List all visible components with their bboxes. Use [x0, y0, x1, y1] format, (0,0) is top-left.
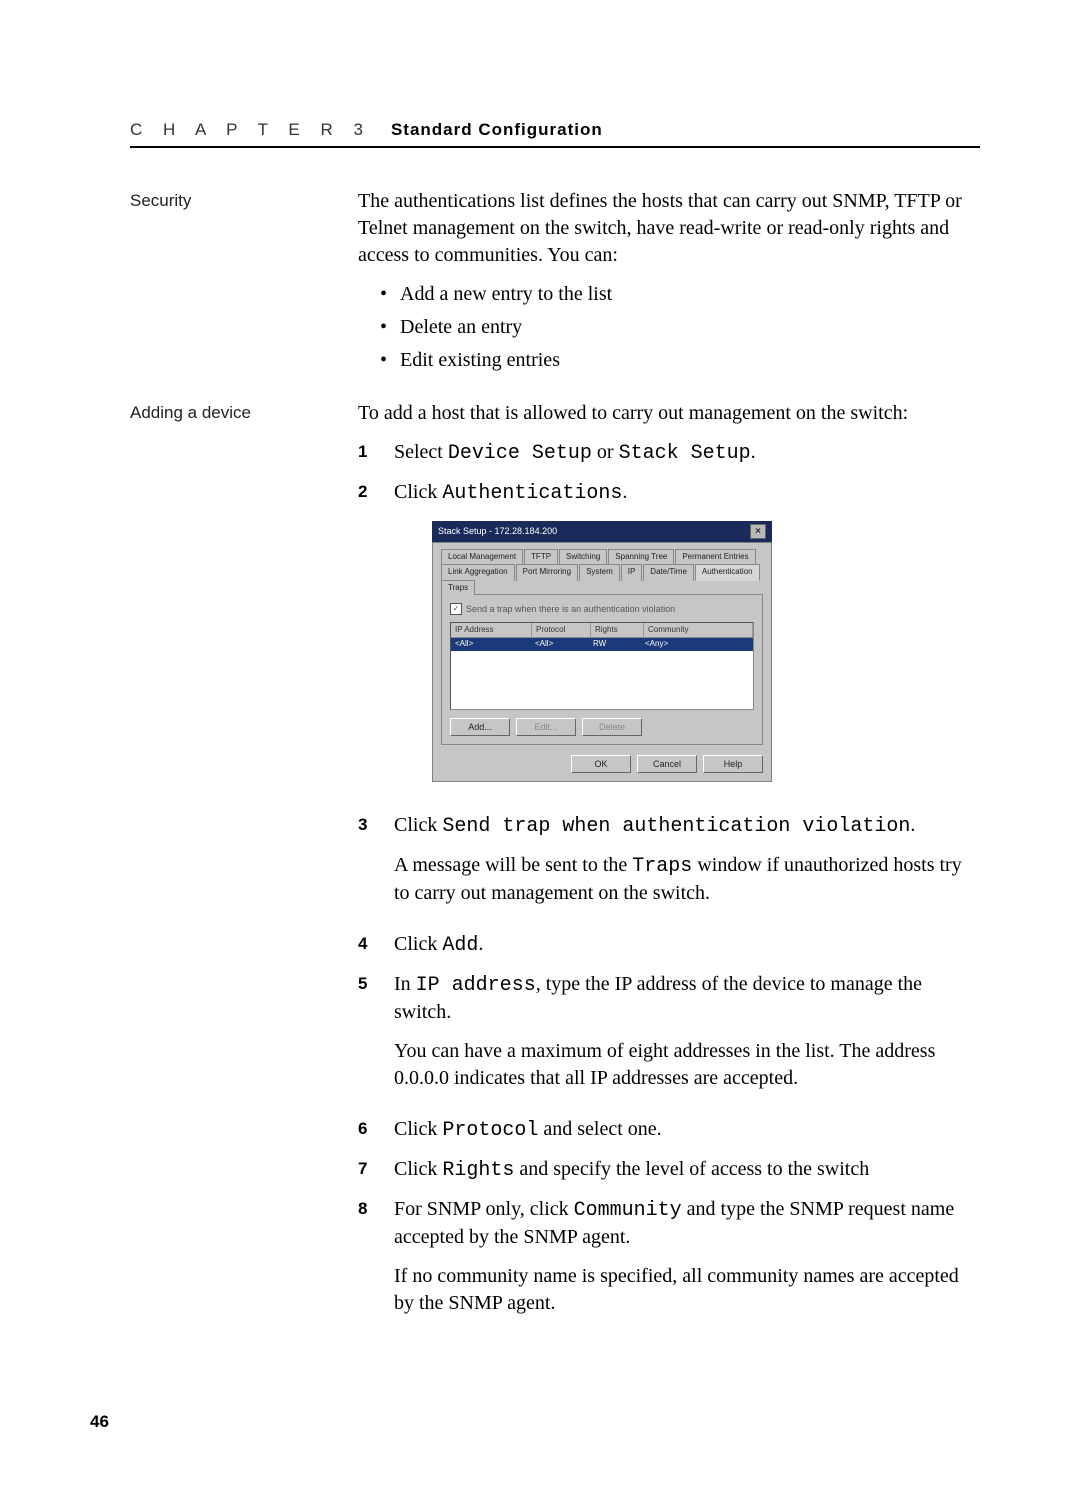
- section-label-security: Security: [130, 188, 330, 390]
- adding-intro: To add a host that is allowed to carry o…: [358, 400, 980, 427]
- step-number: 3: [358, 812, 376, 919]
- add-button[interactable]: Add...: [450, 718, 510, 736]
- tab-permanent-entries[interactable]: Permanent Entries: [675, 549, 755, 565]
- page-header: C H A P T E R 3 Standard Configuration: [130, 120, 980, 140]
- tab-traps[interactable]: Traps: [441, 580, 475, 596]
- tab-tftp[interactable]: TFTP: [524, 549, 558, 565]
- list-header: IP Address Protocol Rights Community: [451, 623, 753, 639]
- edit-button[interactable]: Edit...: [516, 718, 576, 736]
- tab-port-mirroring[interactable]: Port Mirroring: [516, 564, 578, 581]
- help-button[interactable]: Help: [703, 755, 763, 773]
- list-item: Edit existing entries: [380, 347, 980, 374]
- col-protocol[interactable]: Protocol: [532, 623, 591, 638]
- tab-local-management[interactable]: Local Management: [441, 549, 523, 565]
- list-item: Add a new entry to the list: [380, 281, 980, 308]
- step-body: Select Device Setup or Stack Setup.: [394, 439, 980, 467]
- trap-checkbox-label: Send a trap when there is an authenticat…: [466, 603, 675, 615]
- step-number: 4: [358, 931, 376, 959]
- step-body: Click Protocol and select one.: [394, 1116, 980, 1144]
- security-bullets: Add a new entry to the list Delete an en…: [380, 281, 980, 374]
- step-body: Click Send trap when authentication viol…: [394, 812, 980, 919]
- dialog-titlebar[interactable]: Stack Setup - 172.28.184.200 ×: [432, 521, 772, 542]
- step-body: Click Rights and specify the level of ac…: [394, 1156, 980, 1184]
- trap-checkbox[interactable]: ✓: [450, 603, 462, 615]
- step-number: 1: [358, 439, 376, 467]
- step-body: In IP address, type the IP address of th…: [394, 971, 980, 1104]
- col-rights[interactable]: Rights: [591, 623, 644, 638]
- tab-spanning-tree[interactable]: Spanning Tree: [608, 549, 674, 565]
- tab-system[interactable]: System: [579, 564, 620, 581]
- dialog-screenshot: Stack Setup - 172.28.184.200 × Local Man…: [432, 521, 772, 782]
- security-intro: The authentications list defines the hos…: [358, 188, 980, 269]
- step-number: 2: [358, 479, 376, 800]
- header-rule: [130, 146, 980, 148]
- step-number: 8: [358, 1196, 376, 1329]
- tab-link-aggregation[interactable]: Link Aggregation: [441, 564, 515, 581]
- col-community[interactable]: Community: [644, 623, 753, 638]
- list-item: Delete an entry: [380, 314, 980, 341]
- tab-authentication[interactable]: Authentication: [695, 564, 760, 581]
- list-row[interactable]: <All> <All> RW <Any>: [451, 638, 753, 651]
- step-number: 7: [358, 1156, 376, 1184]
- cancel-button[interactable]: Cancel: [637, 755, 697, 773]
- auth-listbox[interactable]: IP Address Protocol Rights Community <Al…: [450, 622, 754, 710]
- chapter-label: C H A P T E R 3: [130, 120, 371, 139]
- close-icon[interactable]: ×: [750, 524, 766, 539]
- delete-button[interactable]: Delete: [582, 718, 642, 736]
- dialog-title: Stack Setup - 172.28.184.200: [438, 525, 557, 537]
- step-body: For SNMP only, click Community and type …: [394, 1196, 980, 1329]
- step-body: Click Authentications. Stack Setup - 172…: [394, 479, 980, 800]
- step-number: 5: [358, 971, 376, 1104]
- tab-ip[interactable]: IP: [621, 564, 643, 581]
- tab-date-time[interactable]: Date/Time: [643, 564, 694, 581]
- step-number: 6: [358, 1116, 376, 1144]
- chapter-title: Standard Configuration: [391, 120, 603, 139]
- page: C H A P T E R 3 Standard Configuration S…: [0, 0, 1080, 1492]
- step-body: Click Add.: [394, 931, 980, 959]
- ok-button[interactable]: OK: [571, 755, 631, 773]
- col-ip-address[interactable]: IP Address: [451, 623, 532, 638]
- tab-switching[interactable]: Switching: [559, 549, 607, 565]
- dialog-tabs: Local Management TFTP Switching Spanning…: [441, 543, 763, 594]
- section-label-adding: Adding a device: [130, 400, 330, 1341]
- dialog-panel: ✓ Send a trap when there is an authentic…: [441, 594, 763, 744]
- page-number: 46: [90, 1412, 109, 1432]
